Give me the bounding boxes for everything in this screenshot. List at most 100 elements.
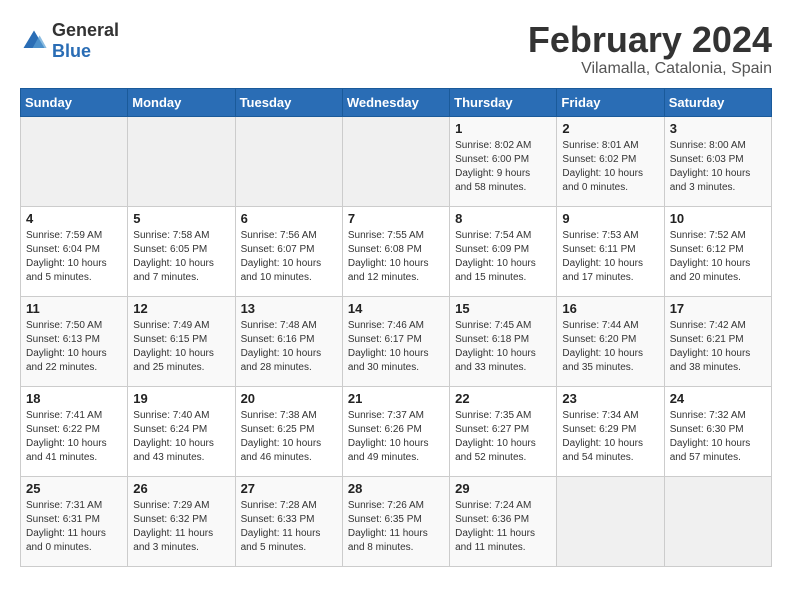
- calendar-cell: 12Sunrise: 7:49 AM Sunset: 6:15 PM Dayli…: [128, 296, 235, 386]
- day-info: Sunrise: 7:40 AM Sunset: 6:24 PM Dayligh…: [133, 409, 229, 465]
- day-number: 26: [133, 481, 229, 496]
- calendar-cell: 26 Sunrise: 7:29 AM Sunset: 6:32 PM Dayli…: [128, 476, 235, 566]
- calendar-cell: 8 Sunrise: 7:54 AM Sunset: 6:09 PM Daylig…: [450, 206, 557, 296]
- calendar-cell: 14Sunrise: 7:46 AM Sunset: 6:17 PM Dayli…: [342, 296, 449, 386]
- day-info: Sunrise: 7:45 AM Sunset: 6:18 PM Dayligh…: [455, 319, 551, 375]
- day-info: Sunrise: 7:35 AM Sunset: 6:27 PM Dayligh…: [455, 409, 551, 465]
- calendar-cell: [21, 116, 128, 206]
- calendar-cell: 10 Sunrise: 7:52 AM Sunset: 6:12 PM Dayli…: [664, 206, 771, 296]
- calendar-cell: 22 Sunrise: 7:35 AM Sunset: 6:27 PM Dayli…: [450, 386, 557, 476]
- day-info: Sunrise: 7:38 AM Sunset: 6:25 PM Dayligh…: [241, 409, 337, 465]
- calendar-cell: 23 Sunrise: 7:34 AM Sunset: 6:29 PM Dayli…: [557, 386, 664, 476]
- month-title: February 2024: [528, 20, 772, 60]
- calendar-cell: 3Sunrise: 8:00 AM Sunset: 6:03 PM Daylig…: [664, 116, 771, 206]
- day-info: Sunrise: 7:54 AM Sunset: 6:09 PM Dayligh…: [455, 229, 551, 285]
- calendar-cell: 17 Sunrise: 7:42 AM Sunset: 6:21 PM Dayli…: [664, 296, 771, 386]
- calendar-cell: 20 Sunrise: 7:38 AM Sunset: 6:25 PM Dayli…: [235, 386, 342, 476]
- day-info: Sunrise: 7:58 AM Sunset: 6:05 PM Dayligh…: [133, 229, 229, 285]
- day-info: Sunrise: 7:55 AM Sunset: 6:08 PM Dayligh…: [348, 229, 444, 285]
- day-number: 8: [455, 211, 551, 226]
- day-info: Sunrise: 7:28 AM Sunset: 6:33 PM Dayligh…: [241, 499, 337, 555]
- calendar-cell: 25Sunrise: 7:31 AM Sunset: 6:31 PM Dayli…: [21, 476, 128, 566]
- logo: General Blue: [20, 20, 119, 62]
- calendar-cell: 21 Sunrise: 7:37 AM Sunset: 6:26 PM Dayli…: [342, 386, 449, 476]
- day-header-monday: Monday: [128, 88, 235, 116]
- day-number: 14: [348, 301, 444, 316]
- day-info: Sunrise: 7:56 AM Sunset: 6:07 PM Dayligh…: [241, 229, 337, 285]
- calendar-cell: 18Sunrise: 7:41 AM Sunset: 6:22 PM Dayli…: [21, 386, 128, 476]
- day-number: 22: [455, 391, 551, 406]
- day-number: 28: [348, 481, 444, 496]
- day-info: Sunrise: 7:32 AM Sunset: 6:30 PM Dayligh…: [670, 409, 766, 465]
- logo-general: General: [52, 20, 119, 40]
- calendar-cell: 27 Sunrise: 7:28 AM Sunset: 6:33 PM Dayli…: [235, 476, 342, 566]
- calendar-cell: 5 Sunrise: 7:58 AM Sunset: 6:05 PM Daylig…: [128, 206, 235, 296]
- week-row-5: 25Sunrise: 7:31 AM Sunset: 6:31 PM Dayli…: [21, 476, 772, 566]
- day-info: Sunrise: 7:44 AM Sunset: 6:20 PM Dayligh…: [562, 319, 658, 375]
- day-info: Sunrise: 7:31 AM Sunset: 6:31 PM Dayligh…: [26, 499, 122, 555]
- day-number: 10: [670, 211, 766, 226]
- calendar-body: 1 Sunrise: 8:02 AM Sunset: 6:00 PM Daylig…: [21, 116, 772, 566]
- day-number: 1: [455, 121, 551, 136]
- logo-icon: [20, 27, 48, 55]
- day-number: 20: [241, 391, 337, 406]
- calendar-cell: 15 Sunrise: 7:45 AM Sunset: 6:18 PM Dayli…: [450, 296, 557, 386]
- day-info: Sunrise: 7:37 AM Sunset: 6:26 PM Dayligh…: [348, 409, 444, 465]
- day-info: Sunrise: 7:26 AM Sunset: 6:35 PM Dayligh…: [348, 499, 444, 555]
- day-info: Sunrise: 7:50 AM Sunset: 6:13 PM Dayligh…: [26, 319, 122, 375]
- calendar-cell: 7 Sunrise: 7:55 AM Sunset: 6:08 PM Daylig…: [342, 206, 449, 296]
- day-number: 24: [670, 391, 766, 406]
- day-info: Sunrise: 8:01 AM Sunset: 6:02 PM Dayligh…: [562, 139, 658, 195]
- day-header-wednesday: Wednesday: [342, 88, 449, 116]
- calendar-table: SundayMondayTuesdayWednesdayThursdayFrid…: [20, 88, 772, 567]
- day-info: Sunrise: 7:24 AM Sunset: 6:36 PM Dayligh…: [455, 499, 551, 555]
- calendar-cell: 4 Sunrise: 7:59 AM Sunset: 6:04 PM Daylig…: [21, 206, 128, 296]
- day-number: 6: [241, 211, 337, 226]
- calendar-cell: [128, 116, 235, 206]
- day-number: 7: [348, 211, 444, 226]
- calendar-header-row: SundayMondayTuesdayWednesdayThursdayFrid…: [21, 88, 772, 116]
- day-number: 21: [348, 391, 444, 406]
- logo-blue: Blue: [52, 41, 91, 61]
- day-info: Sunrise: 7:48 AM Sunset: 6:16 PM Dayligh…: [241, 319, 337, 375]
- calendar-cell: 1 Sunrise: 8:02 AM Sunset: 6:00 PM Daylig…: [450, 116, 557, 206]
- day-number: 5: [133, 211, 229, 226]
- calendar-cell: 13 Sunrise: 7:48 AM Sunset: 6:16 PM Dayli…: [235, 296, 342, 386]
- day-info: Sunrise: 7:29 AM Sunset: 6:32 PM Dayligh…: [133, 499, 229, 555]
- calendar-cell: 9Sunrise: 7:53 AM Sunset: 6:11 PM Daylig…: [557, 206, 664, 296]
- day-number: 19: [133, 391, 229, 406]
- day-header-tuesday: Tuesday: [235, 88, 342, 116]
- calendar-cell: [235, 116, 342, 206]
- calendar-cell: 24 Sunrise: 7:32 AM Sunset: 6:30 PM Dayli…: [664, 386, 771, 476]
- day-number: 23: [562, 391, 658, 406]
- day-info: Sunrise: 7:59 AM Sunset: 6:04 PM Dayligh…: [26, 229, 122, 285]
- calendar-cell: 28 Sunrise: 7:26 AM Sunset: 6:35 PM Dayli…: [342, 476, 449, 566]
- calendar-cell: 2Sunrise: 8:01 AM Sunset: 6:02 PM Daylig…: [557, 116, 664, 206]
- day-number: 27: [241, 481, 337, 496]
- calendar-cell: 29 Sunrise: 7:24 AM Sunset: 6:36 PM Dayli…: [450, 476, 557, 566]
- calendar-cell: 11 Sunrise: 7:50 AM Sunset: 6:13 PM Dayli…: [21, 296, 128, 386]
- day-number: 11: [26, 301, 122, 316]
- calendar-cell: 6 Sunrise: 7:56 AM Sunset: 6:07 PM Daylig…: [235, 206, 342, 296]
- day-info: Sunrise: 7:34 AM Sunset: 6:29 PM Dayligh…: [562, 409, 658, 465]
- day-info: Sunrise: 8:02 AM Sunset: 6:00 PM Dayligh…: [455, 139, 551, 195]
- day-header-thursday: Thursday: [450, 88, 557, 116]
- page-header: General Blue February 2024 Vilamalla, Ca…: [20, 20, 772, 78]
- title-area: February 2024 Vilamalla, Catalonia, Spai…: [528, 20, 772, 78]
- week-row-2: 4 Sunrise: 7:59 AM Sunset: 6:04 PM Daylig…: [21, 206, 772, 296]
- day-info: Sunrise: 8:00 AM Sunset: 6:03 PM Dayligh…: [670, 139, 766, 195]
- day-number: 16: [562, 301, 658, 316]
- day-number: 13: [241, 301, 337, 316]
- day-number: 4: [26, 211, 122, 226]
- calendar-cell: 19 Sunrise: 7:40 AM Sunset: 6:24 PM Dayli…: [128, 386, 235, 476]
- day-number: 29: [455, 481, 551, 496]
- day-info: Sunrise: 7:42 AM Sunset: 6:21 PM Dayligh…: [670, 319, 766, 375]
- day-header-sunday: Sunday: [21, 88, 128, 116]
- day-info: Sunrise: 7:52 AM Sunset: 6:12 PM Dayligh…: [670, 229, 766, 285]
- day-header-saturday: Saturday: [664, 88, 771, 116]
- day-header-friday: Friday: [557, 88, 664, 116]
- calendar-cell: 16 Sunrise: 7:44 AM Sunset: 6:20 PM Dayli…: [557, 296, 664, 386]
- day-info: Sunrise: 7:41 AM Sunset: 6:22 PM Dayligh…: [26, 409, 122, 465]
- day-number: 17: [670, 301, 766, 316]
- day-number: 15: [455, 301, 551, 316]
